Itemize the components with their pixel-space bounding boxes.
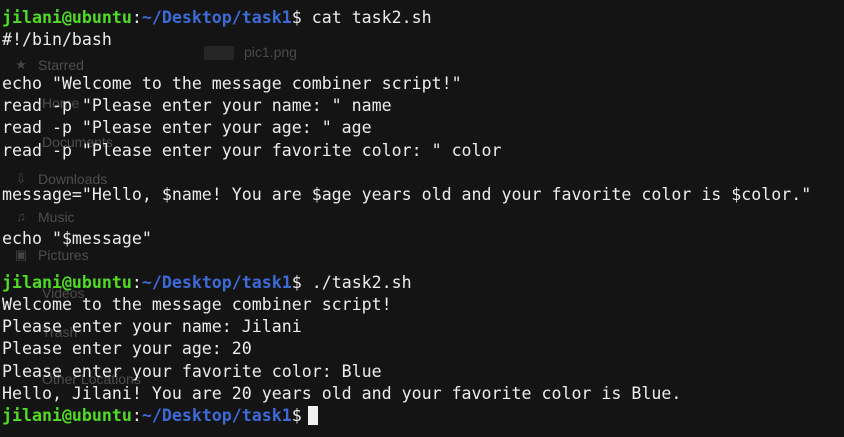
prompt-symbol: $ — [291, 8, 302, 27]
script-line: read -p "Please enter your favorite colo… — [2, 140, 502, 160]
output-line: Please enter your name: Jilani — [2, 317, 302, 337]
script-line — [2, 162, 811, 184]
script-line — [2, 206, 811, 228]
script-line: echo "Welcome to the message combiner sc… — [2, 74, 462, 94]
prompt-path: ~/Desktop/task1 — [141, 405, 292, 425]
terminal-window[interactable]: pic1.png ★ Starred Home Documents ⇩ Down… — [0, 0, 844, 437]
prompt-user-host: jilani@ubuntu — [2, 405, 132, 425]
prompt-separator: : — [131, 8, 142, 27]
output-line: Please enter your favorite color: Blue — [2, 361, 382, 381]
prompt-separator: : — [131, 405, 142, 425]
prompt-path: ~/Desktop/task1 — [141, 273, 292, 293]
output-line: Hello, Jilani! You are 20 years old and … — [2, 383, 682, 403]
prompt-path: ~/Desktop/task1 — [141, 8, 292, 27]
script-line: echo "$message" — [2, 228, 152, 248]
script-line: message="Hello, $name! You are $age year… — [2, 184, 812, 204]
script-line: read -p "Please enter your age: " age — [2, 118, 372, 138]
command-text: cat task2.sh — [311, 8, 432, 27]
prompt-line-run: jilani@ubuntu:~/Desktop/task1$ ./task2.s… — [2, 272, 811, 294]
prompt-separator: : — [131, 273, 142, 293]
prompt-line-cat: jilani@ubuntu:~/Desktop/task1$ cat task2… — [2, 7, 811, 29]
prompt-line-current[interactable]: jilani@ubuntu:~/Desktop/task1$ — [2, 405, 811, 427]
command-text: ./task2.sh — [311, 273, 412, 293]
prompt-user-host: jilani@ubuntu — [2, 273, 132, 293]
prompt-symbol: $ — [291, 405, 302, 425]
prompt-user-host: jilani@ubuntu — [2, 8, 132, 27]
script-line — [2, 51, 811, 73]
terminal-output[interactable]: jilani@ubuntu:~/Desktop/task1$ cat task2… — [2, 7, 811, 427]
output-line: Welcome to the message combiner script! — [2, 295, 392, 315]
text-cursor[interactable] — [307, 405, 318, 425]
prompt-symbol: $ — [291, 273, 302, 293]
output-line: Please enter your age: 20 — [2, 339, 252, 359]
script-line: #!/bin/bash — [2, 30, 112, 50]
script-line: read -p "Please enter your name: " name — [2, 96, 392, 116]
